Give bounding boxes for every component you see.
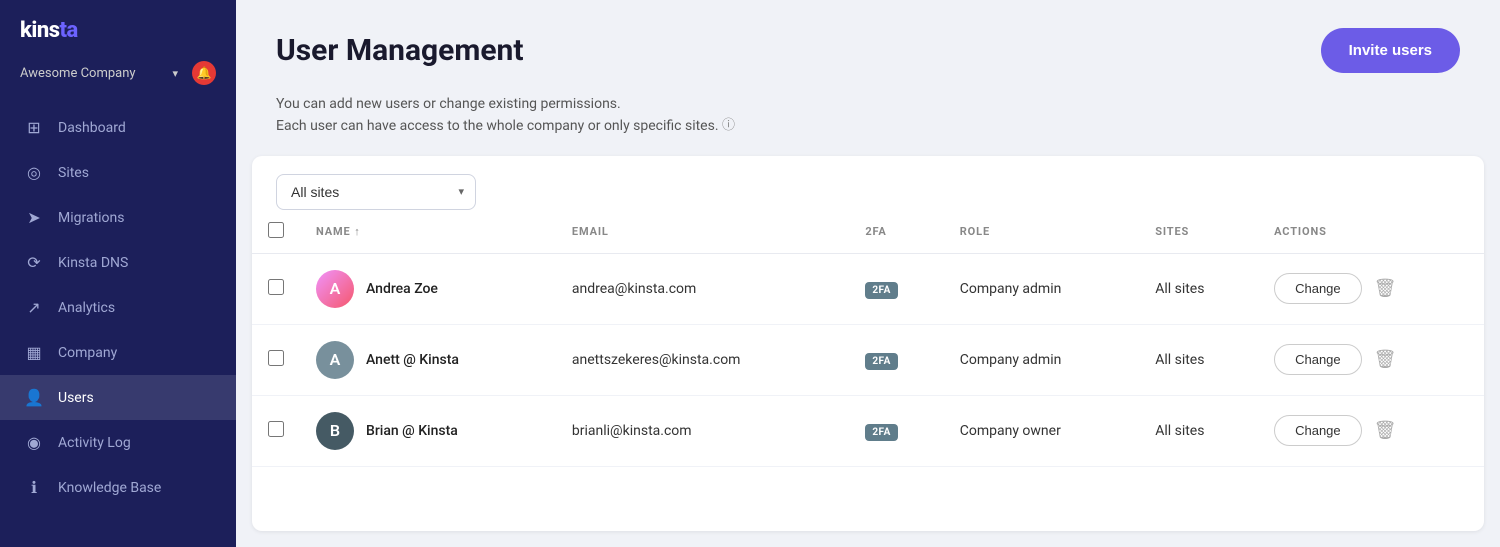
table-row: B Brian @ Kinsta brianli@kinsta.com 2FA … [252,395,1484,466]
2fa-badge: 2FA [865,353,898,370]
sites-cell: All sites [1139,395,1258,466]
col-checkbox [252,210,300,254]
user-name-cell: B Brian @ Kinsta [300,395,556,466]
role-cell: Company owner [944,395,1139,466]
sites-icon: ◎ [24,163,44,182]
role-cell: Company admin [944,324,1139,395]
row-checkbox-cell[interactable] [252,324,300,395]
analytics-icon: ↗ [24,298,44,317]
sidebar-item-company[interactable]: ▦ Company [0,330,236,375]
dashboard-icon: ⊞ [24,118,44,137]
delete-icon[interactable]: 🗑 [1374,420,1397,441]
filter-row: All sites ▾ [252,156,1484,210]
sidebar-item-label: Kinsta DNS [58,255,128,271]
dns-icon: ⟳ [24,253,44,272]
page-title: User Management [276,33,524,68]
main-content: User Management Invite users You can add… [236,0,1500,547]
sidebar-item-users[interactable]: 👤 Users [0,375,236,420]
user-name-cell: A Andrea Zoe [300,253,556,324]
migrations-icon: ➤ [24,208,44,227]
sidebar-item-label: Knowledge Base [58,480,161,496]
2fa-cell: 2FA [849,253,943,324]
change-button[interactable]: Change [1274,415,1362,446]
table-row: A Andrea Zoe andrea@kinsta.com 2FA Compa… [252,253,1484,324]
content-panel: All sites ▾ NAME ↑ EMAIL 2FA ROLE SITES … [252,156,1484,531]
delete-icon[interactable]: 🗑 [1374,278,1397,299]
row-checkbox[interactable] [268,350,284,366]
users-icon: 👤 [24,388,44,407]
2fa-cell: 2FA [849,395,943,466]
col-email: EMAIL [556,210,849,254]
col-2fa: 2FA [849,210,943,254]
chevron-down-icon: ▾ [172,67,178,80]
role-cell: Company admin [944,253,1139,324]
avatar: B [316,412,354,450]
sites-filter[interactable]: All sites ▾ [276,174,476,210]
user-name: Andrea Zoe [366,281,438,297]
table-row: A Anett @ Kinsta anettszekeres@kinsta.co… [252,324,1484,395]
avatar: A [316,341,354,379]
actions-cell: Change 🗑 [1258,324,1484,395]
sidebar-item-analytics[interactable]: ↗ Analytics [0,285,236,330]
avatar: A [316,270,354,308]
row-checkbox-cell[interactable] [252,253,300,324]
sidebar-item-dashboard[interactable]: ⊞ Dashboard [0,105,236,150]
sidebar-item-label: Activity Log [58,435,131,451]
sites-cell: All sites [1139,324,1258,395]
topbar: User Management Invite users [236,0,1500,93]
user-name-cell: A Anett @ Kinsta [300,324,556,395]
sidebar-header: kinsta [0,0,236,55]
sidebar-item-label: Sites [58,165,89,181]
sidebar-item-label: Company [58,345,117,361]
sidebar-item-label: Analytics [58,300,115,316]
sidebar-item-label: Migrations [58,210,125,226]
logo: kinsta [20,18,78,43]
email-cell: andrea@kinsta.com [556,253,849,324]
knowledge-icon: ℹ [24,478,44,497]
user-name: Brian @ Kinsta [366,423,458,439]
2fa-badge: 2FA [865,424,898,441]
sites-select-input[interactable]: All sites [276,174,476,210]
sidebar-item-activity-log[interactable]: ◉ Activity Log [0,420,236,465]
description-line2: Each user can have access to the whole c… [276,115,1460,137]
email-cell: brianli@kinsta.com [556,395,849,466]
col-role: ROLE [944,210,1139,254]
description-area: You can add new users or change existing… [236,93,1500,156]
2fa-cell: 2FA [849,324,943,395]
change-button[interactable]: Change [1274,344,1362,375]
description-line1: You can add new users or change existing… [276,93,1460,115]
company-icon: ▦ [24,343,44,362]
row-checkbox[interactable] [268,421,284,437]
notifications-icon[interactable]: 🔔 [192,61,216,85]
row-checkbox-cell[interactable] [252,395,300,466]
activity-icon: ◉ [24,433,44,452]
company-name: Awesome Company [20,66,164,81]
sidebar-item-knowledge-base[interactable]: ℹ Knowledge Base [0,465,236,510]
sidebar-item-label: Dashboard [58,120,126,136]
info-icon[interactable]: ⓘ [722,118,735,133]
actions-cell: Change 🗑 [1258,253,1484,324]
select-all-checkbox[interactable] [268,222,284,238]
row-checkbox[interactable] [268,279,284,295]
sidebar-item-sites[interactable]: ◎ Sites [0,150,236,195]
col-sites: SITES [1139,210,1258,254]
delete-icon[interactable]: 🗑 [1374,349,1397,370]
sites-cell: All sites [1139,253,1258,324]
company-selector[interactable]: Awesome Company ▾ 🔔 [0,55,236,101]
col-actions: ACTIONS [1258,210,1484,254]
sidebar: kinsta Awesome Company ▾ 🔔 ⊞ Dashboard ◎… [0,0,236,547]
email-cell: anettszekeres@kinsta.com [556,324,849,395]
2fa-badge: 2FA [865,282,898,299]
invite-users-button[interactable]: Invite users [1321,28,1460,73]
sidebar-item-kinsta-dns[interactable]: ⟳ Kinsta DNS [0,240,236,285]
table-header-row: NAME ↑ EMAIL 2FA ROLE SITES ACTIONS [252,210,1484,254]
user-name: Anett @ Kinsta [366,352,459,368]
actions-cell: Change 🗑 [1258,395,1484,466]
user-table: NAME ↑ EMAIL 2FA ROLE SITES ACTIONS A An… [252,210,1484,467]
nav-list: ⊞ Dashboard ◎ Sites ➤ Migrations ⟳ Kinst… [0,101,236,510]
sidebar-item-migrations[interactable]: ➤ Migrations [0,195,236,240]
col-name: NAME ↑ [300,210,556,254]
sidebar-item-label: Users [58,390,94,406]
change-button[interactable]: Change [1274,273,1362,304]
